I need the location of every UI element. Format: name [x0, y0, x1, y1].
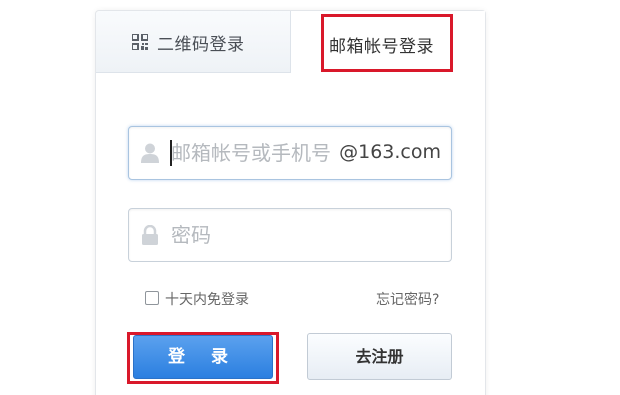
- login-tabs: 二维码登录 邮箱帐号登录: [96, 11, 485, 73]
- forgot-password-link[interactable]: 忘记密码?: [376, 289, 439, 309]
- tab-mail-login[interactable]: 邮箱帐号登录: [291, 11, 485, 73]
- remember-label: 十天内免登录: [165, 292, 249, 308]
- tab-qr-label: 二维码登录: [157, 35, 245, 55]
- login-page: 二维码登录 邮箱帐号登录 @163.com 十天内免登录 忘记密码? 登 录 去…: [0, 0, 620, 395]
- qr-code-icon: [132, 34, 148, 50]
- user-icon: [141, 143, 159, 163]
- password-field[interactable]: [128, 208, 452, 262]
- remember-checkbox[interactable]: [145, 291, 159, 305]
- lock-icon: [142, 225, 158, 245]
- register-button[interactable]: 去注册: [307, 333, 452, 380]
- tab-mail-label: 邮箱帐号登录: [329, 37, 434, 57]
- account-input[interactable]: [171, 127, 346, 179]
- login-button[interactable]: 登 录: [133, 335, 273, 379]
- email-domain-suffix: @163.com: [339, 141, 441, 163]
- tab-qr-login[interactable]: 二维码登录: [96, 11, 291, 73]
- password-input[interactable]: [171, 209, 431, 261]
- account-field[interactable]: @163.com: [128, 126, 452, 180]
